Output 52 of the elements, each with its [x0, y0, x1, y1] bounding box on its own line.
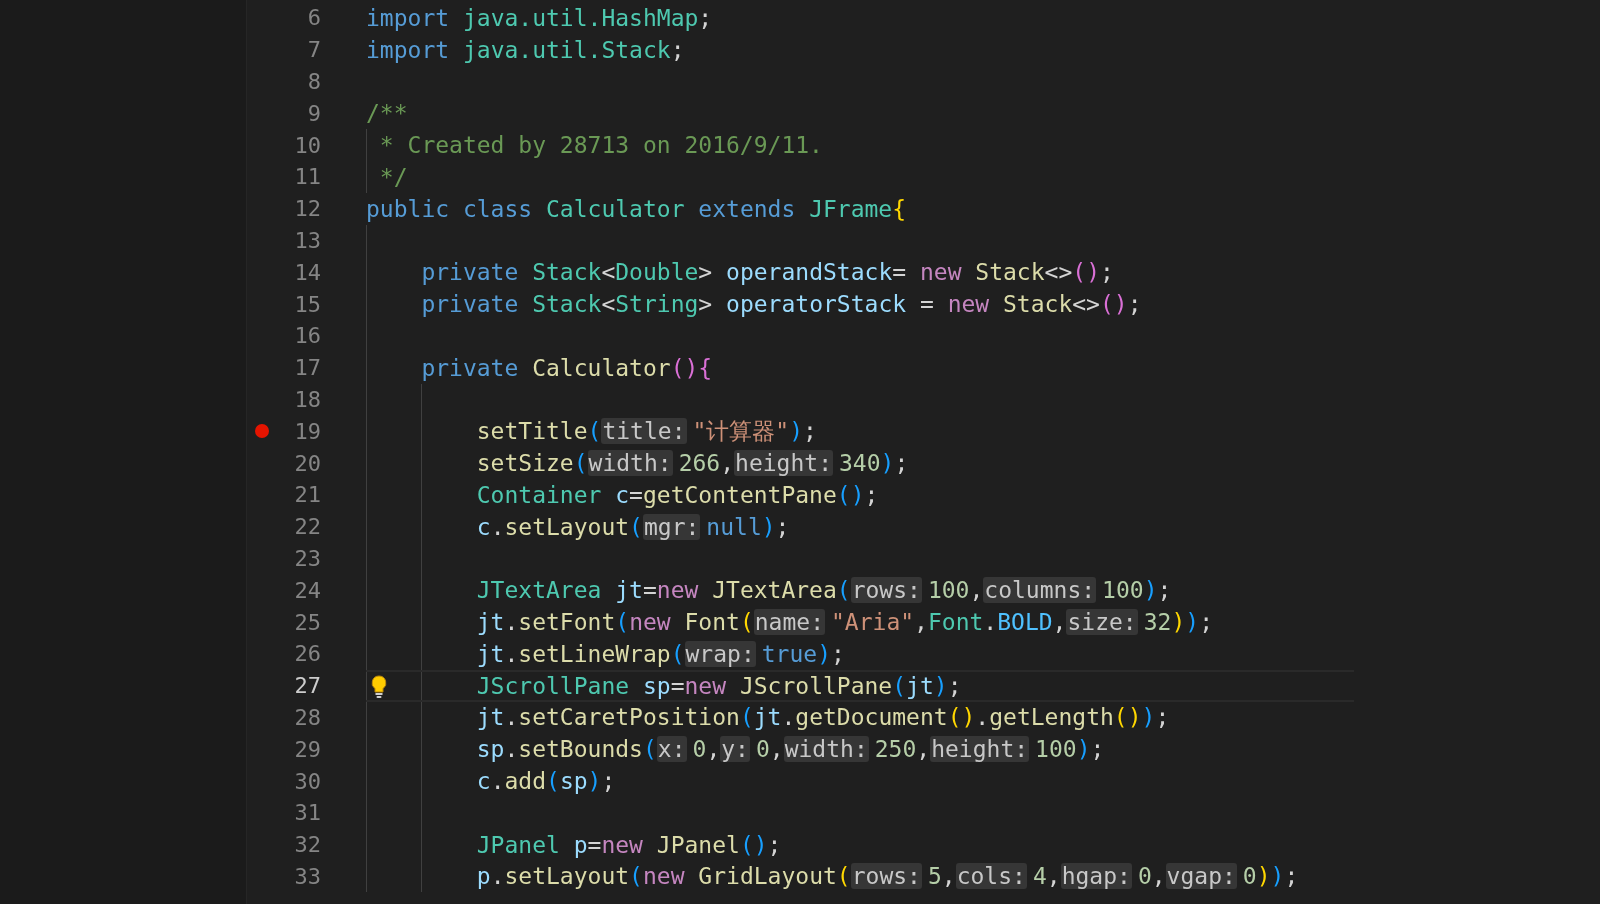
- line-number: 21: [293, 482, 321, 508]
- line-number: 23: [293, 545, 321, 571]
- line-number: 20: [293, 450, 321, 476]
- line-number: 14: [293, 259, 321, 285]
- line-number: 8: [306, 69, 321, 94]
- line-number: 26: [293, 641, 321, 667]
- code-line: private Stack<String> operatorStack = new Stack<>();: [421, 291, 1142, 318]
- line-number: 28: [293, 704, 321, 730]
- line-number: 7: [306, 37, 321, 63]
- line-number: 15: [293, 291, 321, 317]
- line-number: 31: [293, 800, 321, 826]
- line-number: 29: [293, 736, 321, 762]
- code-line: jt.setFont(new Font(name: "Aria",Font.BOLD,size: 32));: [476, 609, 1213, 636]
- code-line: */: [379, 163, 408, 190]
- line-number: 18: [293, 386, 321, 412]
- code-line: JTextArea jt=new JTextArea(rows: 100,columns: 100);: [476, 577, 1172, 604]
- code-line: import java.util.Stack;: [366, 36, 685, 63]
- code-line: c.add(sp);: [476, 768, 616, 794]
- line-number: 27: [293, 673, 321, 699]
- code-line: jt.setCaretPosition(jt.getDocument().getLength());: [476, 704, 1170, 731]
- line-number: 25: [293, 609, 321, 635]
- code-line: jt.setLineWrap(wrap: true);: [476, 640, 845, 667]
- code-line: Container c=getContentPane();: [476, 481, 879, 508]
- code-line: sp.setBounds(x: 0,y: 0,width: 250,height: 100);: [476, 736, 1105, 763]
- code-line: private Calculator(){: [421, 354, 713, 381]
- code-line: private Stack<Double> operandStack= new Stack<>();: [421, 259, 1114, 286]
- code-line: JScrollPane sp=new JScrollPane(jt);: [476, 672, 962, 699]
- code-line: setSize(width: 266,height: 340);: [476, 450, 909, 477]
- line-number: 19: [293, 418, 321, 444]
- code-line: import java.util.HashMap;: [366, 4, 713, 31]
- line-number: 24: [293, 577, 321, 603]
- code-line: /**: [366, 100, 408, 127]
- line-number: 30: [293, 768, 321, 794]
- code-line: p.setLayout(new GridLayout(rows: 5,cols: 4,hgap: 0,vgap: 0));: [476, 863, 1299, 890]
- code-line: public class Calculator extends JFrame{: [366, 195, 907, 222]
- code-line: JPanel p=new JPanel();: [476, 831, 782, 858]
- line-number: 11: [293, 164, 321, 190]
- line-number: 32: [293, 832, 321, 858]
- line-number: 22: [293, 514, 321, 540]
- line-number: 12: [293, 196, 321, 222]
- breakpoint-icon[interactable]: [255, 424, 269, 439]
- line-number: 17: [293, 355, 321, 381]
- code-line: setTitle(title: "计算器");: [476, 416, 817, 446]
- line-number: 9: [306, 100, 321, 126]
- lightbulb-icon[interactable]: [371, 674, 387, 699]
- line-number: 13: [293, 227, 321, 253]
- code-line: * Created by 28713 on 2016/9/11.: [379, 132, 823, 159]
- line-number: 33: [293, 863, 321, 889]
- line-number: 6: [306, 5, 321, 31]
- line-number: 16: [293, 323, 321, 349]
- code-line: c.setLayout(mgr: null);: [476, 513, 790, 540]
- line-number: 10: [293, 132, 321, 158]
